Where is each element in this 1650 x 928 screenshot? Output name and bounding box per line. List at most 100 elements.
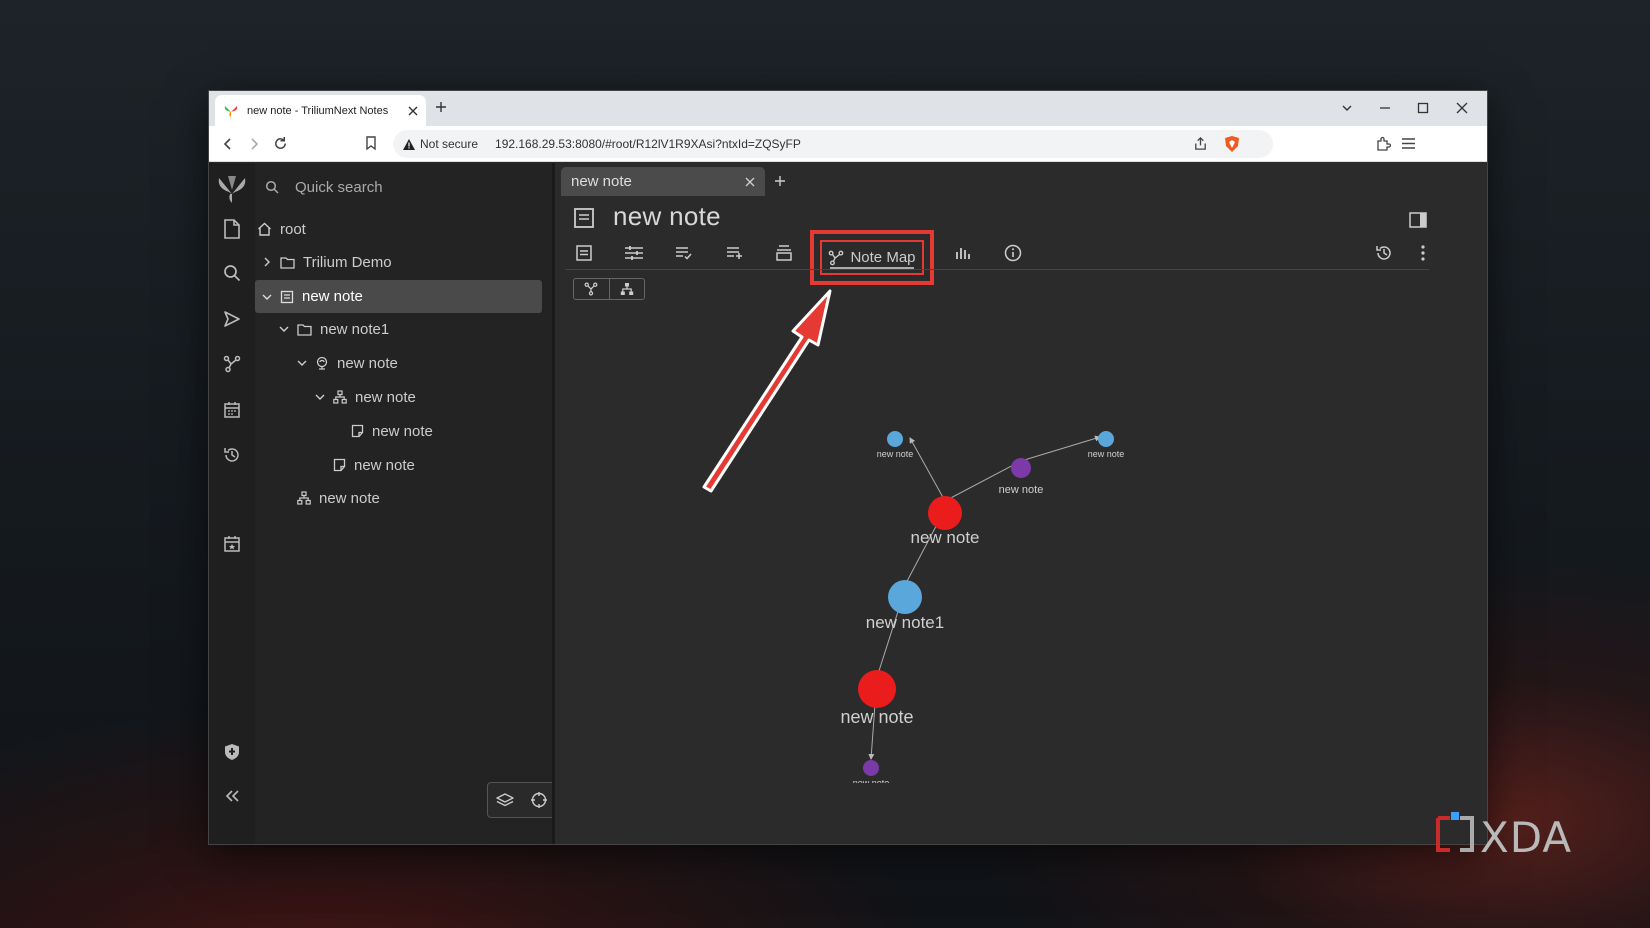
share-icon[interactable] [1193, 136, 1208, 151]
menu-icon[interactable] [1401, 137, 1416, 150]
map-node[interactable] [863, 760, 879, 776]
today-note-icon[interactable] [220, 532, 244, 556]
chevron-right-icon[interactable] [262, 257, 272, 267]
close-tab-icon[interactable] [408, 106, 418, 116]
launcher-bar [209, 163, 255, 844]
more-options-icon[interactable] [1409, 239, 1437, 267]
tree-item-selected[interactable]: new note [255, 280, 542, 313]
home-icon [257, 222, 272, 236]
maximize-icon[interactable] [1417, 102, 1429, 114]
similar-notes-icon[interactable] [949, 239, 977, 267]
tree-item[interactable]: new note [351, 416, 537, 446]
tree-item-root[interactable]: root [257, 214, 537, 244]
map-type-switcher [573, 278, 645, 300]
note-tab[interactable]: new note [561, 167, 765, 196]
trilium-logo-icon[interactable] [214, 173, 250, 205]
tree-item[interactable]: new note [297, 348, 537, 378]
close-window-icon[interactable] [1456, 102, 1468, 114]
browser-tab[interactable]: new note - TriliumNext Notes [215, 95, 426, 126]
new-tab-icon[interactable] [774, 175, 786, 187]
new-note-icon[interactable] [220, 217, 244, 241]
new-tab-icon[interactable] [435, 101, 447, 113]
ribbon-divider [565, 269, 1429, 270]
bookmark-icon[interactable] [365, 136, 377, 151]
address-bar: Not secure 192.168.29.53:8080/#root/R12l… [209, 126, 1487, 162]
quick-search[interactable]: Quick search [265, 173, 535, 201]
note-type-book-icon[interactable] [573, 207, 595, 229]
map-node[interactable] [1011, 458, 1031, 478]
note-title[interactable]: new note [613, 201, 721, 232]
map-node-label: new note [877, 449, 914, 459]
warning-icon [403, 138, 415, 150]
collapse-sidebar-icon[interactable] [220, 784, 244, 808]
tree-item-label: Trilium Demo [303, 253, 392, 271]
calendar-icon[interactable] [220, 398, 244, 422]
note-info-icon[interactable] [999, 239, 1027, 267]
map-node[interactable] [928, 496, 962, 530]
hierarchy-icon [333, 390, 347, 404]
tree-item-label: new note [302, 288, 363, 305]
map-node-label: new note1 [866, 613, 944, 632]
toggle-right-pane-icon[interactable] [1409, 212, 1427, 228]
map-edge [909, 437, 946, 502]
chevron-down-icon[interactable] [279, 324, 289, 334]
map-node-label: new note [911, 528, 980, 547]
map-node[interactable] [888, 580, 922, 614]
tree-item-label: root [280, 220, 306, 238]
note-icon [333, 458, 346, 472]
chevron-down-icon[interactable] [297, 358, 307, 368]
map-nodes: new note new note1 new note new note new not… [840, 431, 1124, 783]
jump-to-note-icon[interactable] [220, 307, 244, 331]
map-node[interactable] [858, 670, 896, 708]
url-field[interactable]: Not secure 192.168.29.53:8080/#root/R12l… [393, 130, 1273, 158]
quick-search-placeholder[interactable]: Quick search [295, 179, 383, 196]
tree-item-label: new note1 [320, 320, 390, 338]
chevron-down-icon[interactable] [315, 392, 325, 402]
tree-map-button[interactable] [608, 279, 645, 299]
note-tree-panel: Quick search root Trilium Demo new note [255, 163, 587, 844]
map-node[interactable] [1098, 431, 1114, 447]
forward-icon[interactable] [247, 137, 261, 151]
protected-session-icon[interactable] [220, 740, 244, 764]
book-properties-icon[interactable] [570, 239, 598, 267]
note-map-tab-label: Note Map [850, 249, 916, 266]
recent-changes-icon[interactable] [220, 443, 244, 467]
folder-icon [280, 256, 295, 269]
extensions-icon[interactable] [1375, 136, 1391, 152]
sliders-icon[interactable] [620, 239, 648, 267]
note-paths-icon[interactable] [770, 239, 798, 267]
search-icon[interactable] [220, 261, 244, 285]
tree-item[interactable]: new note [333, 450, 537, 480]
close-icon[interactable] [745, 177, 755, 187]
trilium-favicon-icon [223, 104, 239, 118]
link-map-button[interactable] [574, 279, 609, 299]
tree-item[interactable]: new note [297, 483, 537, 513]
note-map-icon[interactable] [220, 352, 244, 376]
security-label[interactable]: Not secure [420, 137, 478, 151]
tree-item-label: new note [355, 388, 416, 406]
browser-tab-bar: new note - TriliumNext Notes [209, 91, 1487, 126]
owned-attributes-icon[interactable] [670, 239, 698, 267]
inherited-attributes-icon[interactable] [721, 239, 749, 267]
map-node[interactable] [887, 431, 903, 447]
crosshair-icon[interactable] [530, 791, 548, 809]
chevron-down-icon[interactable] [262, 292, 272, 302]
tree-item-label: new note [319, 489, 380, 507]
folder-icon [297, 323, 312, 336]
note-detail-panel: new note new note Note Map new note new … [552, 163, 1487, 844]
map-node-label: new note [853, 778, 890, 783]
note-map-icon [828, 250, 844, 266]
tree-item[interactable]: new note [315, 382, 537, 412]
url-text: 192.168.29.53:8080/#root/R12lV1R9XAsi?nt… [495, 137, 801, 151]
reload-icon[interactable] [273, 136, 288, 151]
tab-search-icon[interactable] [1341, 103, 1353, 113]
brave-shield-icon[interactable] [1224, 135, 1240, 153]
note-revisions-icon[interactable] [1370, 239, 1398, 267]
tree-item[interactable]: Trilium Demo [255, 247, 537, 277]
minimize-icon[interactable] [1379, 103, 1391, 113]
tree-item[interactable]: new note1 [279, 314, 537, 344]
layers-icon[interactable] [496, 792, 514, 808]
book-icon [280, 290, 294, 304]
trilium-app: Quick search root Trilium Demo new note [209, 163, 1487, 844]
back-icon[interactable] [221, 137, 235, 151]
